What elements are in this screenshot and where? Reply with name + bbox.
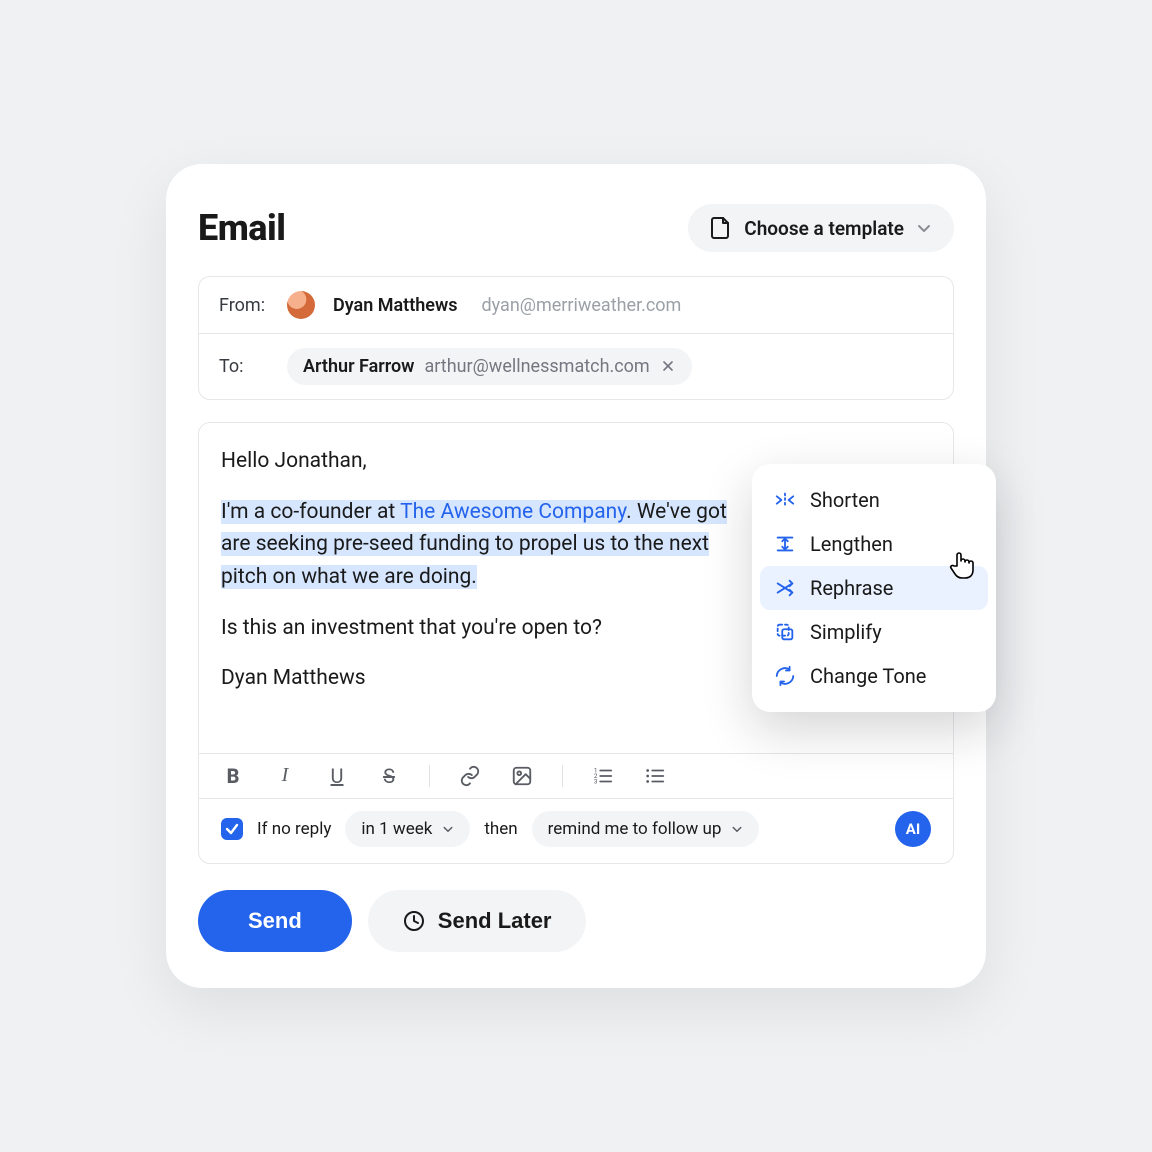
- then-label: then: [484, 819, 517, 839]
- bullet-list-button[interactable]: [643, 764, 667, 788]
- chevron-down-icon: [442, 823, 454, 835]
- format-toolbar: B I U S 123: [199, 753, 953, 798]
- svg-text:3: 3: [594, 777, 598, 785]
- from-name: Dyan Matthews: [333, 295, 458, 316]
- link-icon: [459, 765, 481, 787]
- check-icon: [225, 822, 239, 836]
- document-icon: [710, 216, 732, 240]
- recipient-chip[interactable]: Arthur Farrow arthur@wellnessmatch.com: [287, 348, 692, 385]
- from-row: From: Dyan Matthews dyan@merriweather.co…: [199, 277, 953, 333]
- followup-checkbox[interactable]: [221, 818, 243, 840]
- ai-menu-lengthen[interactable]: Lengthen: [760, 522, 988, 566]
- recipient-name: Arthur Farrow: [303, 356, 414, 377]
- email-compose-card: Email Choose a template From: Dyan Matth…: [166, 164, 986, 987]
- ai-menu-simplify[interactable]: Simplify: [760, 610, 988, 654]
- from-label: From:: [219, 295, 269, 316]
- address-fields: From: Dyan Matthews dyan@merriweather.co…: [198, 276, 954, 400]
- ordered-list-icon: 123: [592, 765, 614, 787]
- simplify-icon: [774, 621, 796, 643]
- bullet-list-icon: [644, 765, 666, 787]
- avatar: [287, 291, 315, 319]
- to-label: To:: [219, 356, 269, 377]
- to-row[interactable]: To: Arthur Farrow arthur@wellnessmatch.c…: [199, 333, 953, 399]
- bold-button[interactable]: B: [221, 764, 245, 788]
- ai-context-menu: Shorten Lengthen Rephrase Simplify Chang…: [752, 464, 996, 712]
- ai-menu-shorten[interactable]: Shorten: [760, 478, 988, 522]
- image-button[interactable]: [510, 764, 534, 788]
- send-button[interactable]: Send: [198, 890, 352, 952]
- card-header: Email Choose a template: [198, 204, 954, 252]
- image-icon: [511, 765, 533, 787]
- italic-button[interactable]: I: [273, 764, 297, 788]
- underline-button[interactable]: U: [325, 764, 349, 788]
- from-email: dyan@merriweather.com: [482, 295, 682, 316]
- lengthen-icon: [774, 533, 796, 555]
- followup-row: If no reply in 1 week then remind me to …: [199, 798, 953, 863]
- ai-button[interactable]: AI: [895, 811, 931, 847]
- change-tone-icon: [774, 665, 796, 687]
- rephrase-icon: [774, 577, 796, 599]
- company-link[interactable]: The Awesome Company: [400, 500, 626, 524]
- ordered-list-button[interactable]: 123: [591, 764, 615, 788]
- toolbar-separator: [562, 765, 563, 787]
- remove-recipient-icon[interactable]: [660, 357, 676, 376]
- link-button[interactable]: [458, 764, 482, 788]
- if-no-reply-label: If no reply: [257, 819, 331, 839]
- strikethrough-button[interactable]: S: [377, 764, 401, 788]
- choose-template-button[interactable]: Choose a template: [688, 204, 954, 252]
- choose-template-label: Choose a template: [744, 217, 904, 240]
- chevron-down-icon: [731, 823, 743, 835]
- action-buttons: Send Send Later: [198, 890, 954, 952]
- toolbar-separator: [429, 765, 430, 787]
- chevron-down-icon: [916, 220, 932, 236]
- ai-menu-rephrase[interactable]: Rephrase: [760, 566, 988, 610]
- action-select[interactable]: remind me to follow up: [532, 811, 760, 847]
- page-title: Email: [198, 207, 285, 249]
- ai-menu-change-tone[interactable]: Change Tone: [760, 654, 988, 698]
- delay-select[interactable]: in 1 week: [345, 811, 470, 847]
- recipient-email: arthur@wellnessmatch.com: [424, 356, 649, 377]
- shorten-icon: [774, 489, 796, 511]
- send-later-button[interactable]: Send Later: [368, 890, 586, 952]
- clock-icon: [402, 909, 426, 933]
